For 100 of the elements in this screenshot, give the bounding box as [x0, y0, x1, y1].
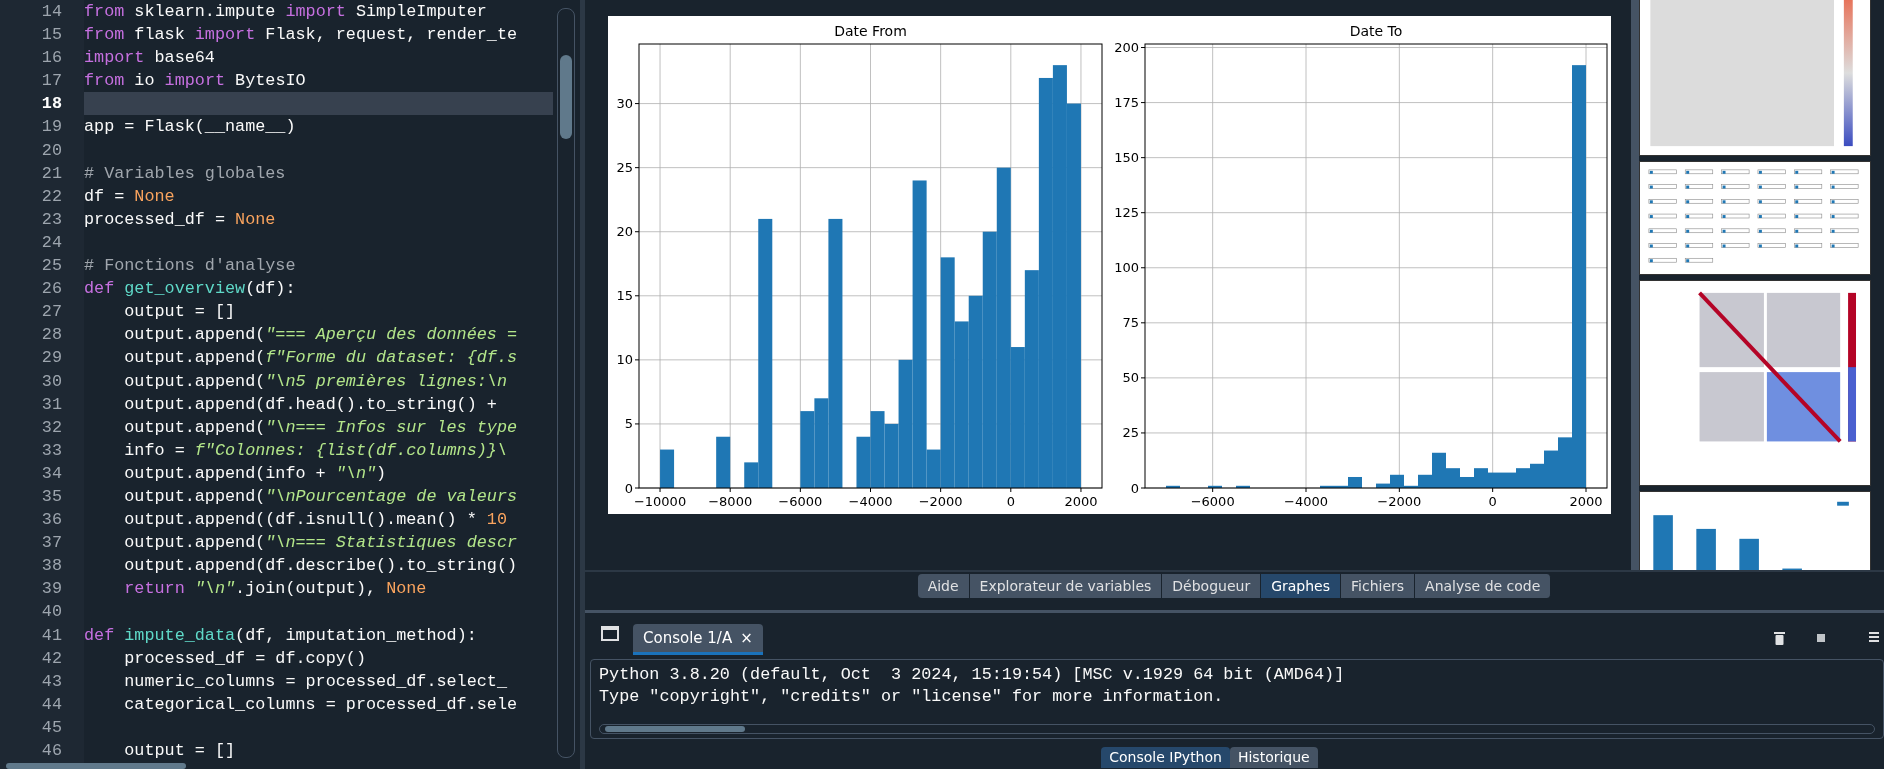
- tick-label: 125: [1114, 205, 1139, 221]
- line-number: 38: [40, 555, 63, 578]
- line-number: 33: [40, 439, 63, 462]
- tick-label: 25: [1122, 425, 1139, 441]
- plot-thumbnail[interactable]: [1639, 491, 1871, 570]
- code-line: output = []: [123, 740, 237, 762]
- window-icon[interactable]: [601, 626, 619, 641]
- bottom-tab[interactable]: Console IPython: [1101, 747, 1230, 768]
- pane-tab[interactable]: Fichiers: [1341, 574, 1416, 598]
- line-number: 22: [40, 185, 63, 208]
- code-line: import base64: [84, 47, 216, 70]
- code-line: output.append("\n=== Statistiques descr: [123, 532, 519, 555]
- pane-tab[interactable]: Explorateur de variables: [969, 574, 1163, 598]
- code-line: processed_df = None: [84, 208, 277, 231]
- code-line: def impute_data(df, imputation_method):: [84, 624, 478, 647]
- tick-label: 100: [1114, 260, 1139, 276]
- code-line: # Fonctions d'analyse: [84, 255, 297, 278]
- code-line: return "\n".join(output), None: [123, 578, 428, 601]
- code-line: info = f"Colonnes: {list(df.columns)}\: [123, 439, 508, 462]
- tick-label: 150: [1114, 150, 1139, 166]
- bottom-tab[interactable]: Historique: [1229, 747, 1318, 768]
- line-number: 36: [40, 509, 63, 532]
- code-line: from io import BytesIO: [84, 70, 307, 93]
- line-number: 40: [40, 601, 63, 624]
- code-line: numeric_columns = processed_df.select_: [123, 670, 508, 693]
- tick-label: −6000: [1190, 494, 1235, 509]
- histogram-bar: [1166, 485, 1180, 488]
- chart-title: Date To: [1349, 23, 1403, 39]
- scrollbar-thumb[interactable]: [560, 55, 572, 139]
- tick-label: 75: [1122, 315, 1139, 331]
- scrollbar-thumb[interactable]: [605, 726, 745, 732]
- tick-label: −6000: [778, 494, 823, 509]
- code-line: from flask import Flask, request, render_te: [84, 24, 519, 47]
- tick-label: 0: [624, 480, 633, 496]
- tick-label: 5: [624, 416, 633, 432]
- line-number: 27: [40, 301, 63, 324]
- histogram-bar: [1236, 485, 1250, 488]
- line-number: 26: [40, 278, 63, 301]
- code-line: output.append("=== Aperçu des données =: [123, 324, 519, 347]
- line-number: 24: [40, 231, 63, 254]
- tick-label: 2000: [1064, 494, 1098, 509]
- code-line: output.append(df.head().to_string() +: [123, 393, 498, 416]
- tick-label: −4000: [1284, 494, 1328, 509]
- code-line: def get_overview(df):: [84, 278, 297, 301]
- tick-label: 175: [1114, 95, 1139, 111]
- tick-label: −10000: [633, 494, 687, 509]
- tick-label: 200: [1114, 40, 1139, 55]
- line-number: 17: [40, 70, 63, 93]
- code-line: output.append("\nPourcentage de valeurs: [123, 485, 519, 508]
- menu-icon[interactable]: [1869, 631, 1879, 643]
- pane-tab[interactable]: Débogueur: [1162, 574, 1262, 598]
- code-line: output.append(f"Forme du dataset: {df.s: [123, 347, 519, 370]
- console-output: Type "copyright", "credits" or "license" for more information.: [599, 686, 1225, 708]
- code-line: output.append("\n=== Infos sur les type: [123, 416, 519, 439]
- line-number: 42: [40, 647, 63, 670]
- pane-tab[interactable]: Graphes: [1261, 574, 1342, 598]
- code-line: output.append(df.describe().to_string(): [123, 555, 519, 578]
- console-output: Python 3.8.20 (default, Oct 3 2024, 15:19:54) [MSC v.1929 64 bit (AMD64)]: [599, 664, 1346, 686]
- pane-tab[interactable]: Aide: [917, 574, 970, 598]
- tick-label: 0: [1488, 494, 1497, 509]
- line-number: 19: [40, 116, 63, 139]
- tick-label: 15: [616, 288, 633, 304]
- tick-label: 20: [616, 224, 633, 240]
- line-number: 39: [40, 578, 63, 601]
- line-number: 45: [40, 716, 63, 739]
- code-line: from sklearn.impute import SimpleImputer: [84, 1, 488, 23]
- pane-tab[interactable]: Analyse de code: [1415, 574, 1552, 598]
- line-number: 34: [40, 462, 63, 485]
- line-number: 46: [40, 740, 63, 762]
- close-icon[interactable]: ×: [740, 628, 753, 647]
- plot-thumbnail[interactable]: [1639, 161, 1871, 275]
- line-number: 37: [40, 532, 63, 555]
- code-line: output.append((df.isnull().mean() * 10: [123, 509, 508, 532]
- line-number: 35: [40, 485, 63, 508]
- line-number: 44: [40, 693, 63, 716]
- code-line: processed_df = df.copy(): [123, 647, 367, 670]
- code-line: categorical_columns = processed_df.sele: [123, 693, 519, 716]
- histogram-bar: [1208, 485, 1222, 488]
- code-line: app = Flask(__name__): [84, 116, 297, 139]
- line-number: 41: [40, 624, 63, 647]
- tick-label: 25: [616, 160, 633, 176]
- line-number: 16: [40, 47, 63, 70]
- tick-label: 2000: [1569, 494, 1603, 509]
- tick-label: −2000: [1377, 494, 1422, 509]
- line-number: 31: [40, 393, 63, 416]
- scrollbar-thumb[interactable]: [6, 763, 186, 769]
- chart-title: Date From: [834, 23, 907, 39]
- plot-thumbnail[interactable]: [1639, 280, 1871, 486]
- code-line: df = None: [84, 185, 176, 208]
- trash-icon[interactable]: [1774, 631, 1785, 645]
- console-tab[interactable]: Console 1/A ×: [633, 623, 763, 655]
- line-number: 32: [40, 416, 63, 439]
- plot-thumbnail[interactable]: [1639, 0, 1871, 156]
- code-line: output = []: [123, 301, 237, 324]
- tick-label: 30: [616, 96, 633, 112]
- line-number: 21: [40, 162, 63, 185]
- line-number: 30: [40, 370, 63, 393]
- tick-label: 10: [616, 352, 633, 368]
- code-line: output.append(info + "\n"): [123, 462, 388, 485]
- line-number: 43: [40, 670, 63, 693]
